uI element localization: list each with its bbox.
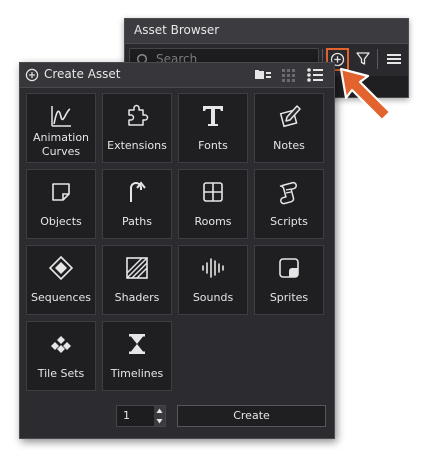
filter-icon[interactable]	[355, 51, 371, 67]
asset-tile-extensions[interactable]: Extensions	[102, 93, 172, 163]
asset-tile-animation-curves[interactable]: Animation Curves	[26, 93, 96, 163]
tile-label: Animation Curves	[32, 131, 90, 158]
notes-icon	[279, 105, 301, 128]
asset-tile-rooms[interactable]: Rooms	[178, 169, 248, 239]
create-asset-header: Create Asset	[20, 63, 334, 88]
tile-label: Scripts	[270, 215, 308, 228]
asset-tile-paths[interactable]: Paths	[102, 169, 172, 239]
asset-count-value: 1	[123, 409, 130, 422]
sprite-icon	[279, 258, 299, 278]
create-button[interactable]: Create	[177, 405, 326, 427]
create-asset-panel: Create Asset Animation Curves Extensions…	[19, 62, 335, 439]
tile-label: Objects	[40, 215, 82, 228]
animation-curve-icon	[51, 106, 71, 127]
increment-button[interactable]	[154, 406, 165, 416]
asset-tile-sprites[interactable]: Sprites	[254, 245, 324, 315]
shader-icon	[126, 257, 148, 279]
tile-label: Shaders	[114, 291, 160, 304]
asset-tile-sounds[interactable]: Sounds	[178, 245, 248, 315]
tile-label: Fonts	[198, 139, 228, 152]
tile-label: Rooms	[194, 215, 232, 228]
asset-tile-objects[interactable]: Objects	[26, 169, 96, 239]
asset-tile-timelines[interactable]: Timelines	[102, 321, 172, 391]
script-icon	[279, 181, 297, 205]
tile-label: Tile Sets	[37, 367, 85, 380]
grid-view-icon[interactable]	[280, 67, 298, 83]
create-asset-footer: 1 Create	[20, 402, 334, 438]
asset-tile-fonts[interactable]: Fonts	[178, 93, 248, 163]
decrement-button[interactable]	[154, 416, 165, 426]
add-circle-icon	[25, 68, 39, 82]
asset-type-grid: Animation Curves Extensions Fonts Notes	[26, 93, 324, 391]
asset-tile-tile-sets[interactable]: Tile Sets	[26, 321, 96, 391]
font-t-icon	[203, 106, 223, 126]
asset-browser-title: Asset Browser	[134, 23, 220, 37]
asset-tile-notes[interactable]: Notes	[254, 93, 324, 163]
sound-icon	[202, 258, 224, 278]
asset-tile-shaders[interactable]: Shaders	[102, 245, 172, 315]
asset-count-stepper[interactable]: 1	[116, 405, 166, 427]
object-icon	[52, 183, 70, 201]
puzzle-icon	[128, 104, 149, 126]
chevron-up-icon	[156, 408, 163, 413]
tile-label: Notes	[273, 139, 305, 152]
asset-browser-titlebar: Asset Browser	[125, 19, 408, 44]
tile-label: Sequences	[31, 291, 91, 304]
folder-view-icon[interactable]	[254, 67, 272, 83]
tile-label: Paths	[122, 215, 152, 228]
list-view-icon[interactable]	[306, 67, 324, 83]
hamburger-menu-icon[interactable]	[386, 51, 402, 67]
timeline-icon	[129, 334, 145, 354]
create-asset-title: Create Asset	[44, 67, 121, 81]
sequence-icon	[48, 255, 74, 281]
path-icon	[130, 181, 146, 202]
pointer-arrow-icon	[339, 67, 392, 122]
tileset-icon	[51, 336, 71, 353]
chevron-down-icon	[156, 419, 163, 424]
room-icon	[203, 182, 223, 202]
asset-tile-scripts[interactable]: Scripts	[254, 169, 324, 239]
tile-label: Sprites	[269, 291, 309, 304]
tile-label: Extensions	[107, 139, 167, 152]
tile-label: Sounds	[192, 291, 234, 304]
tile-label: Timelines	[110, 367, 164, 380]
asset-tile-sequences[interactable]: Sequences	[26, 245, 96, 315]
